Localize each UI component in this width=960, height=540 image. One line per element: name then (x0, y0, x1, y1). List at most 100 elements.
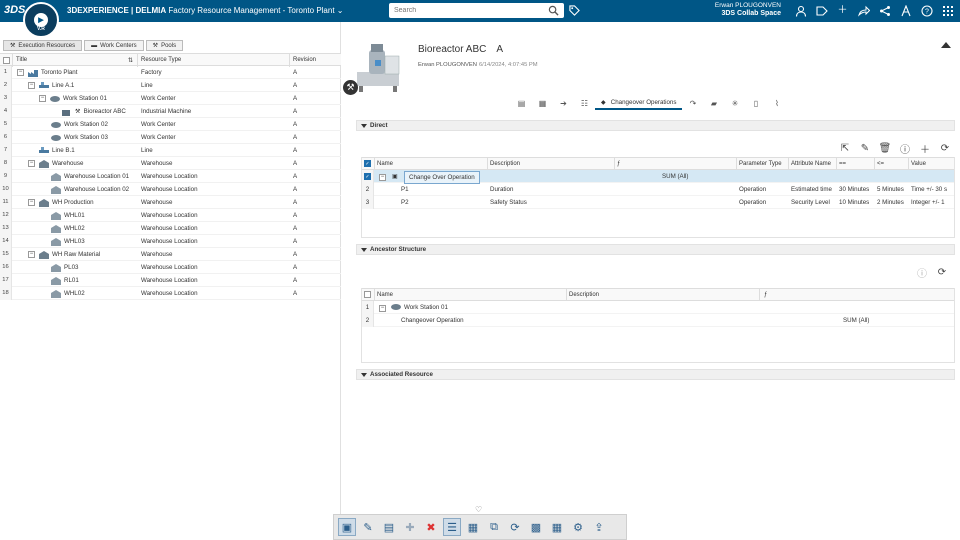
tree-row[interactable]: 8 − Warehouse Warehouse A (0, 157, 341, 170)
collapse-toggle[interactable]: − (379, 174, 386, 181)
table-row[interactable]: 3 P2 Safety Status Operation Security Le… (362, 196, 954, 209)
delete-icon[interactable]: ✖ (422, 518, 440, 536)
col-name[interactable]: Name (377, 292, 393, 298)
tree-row[interactable]: 2 − Line A.1 Line A (0, 79, 341, 92)
compass-widget[interactable]: ▶ V.R (23, 2, 59, 38)
object-owner[interactable]: Erwan PLOUGONVEN (418, 62, 477, 68)
collapse-toggle[interactable]: − (28, 251, 35, 258)
table-settings-icon[interactable]: ▦ (548, 518, 566, 536)
arrow-right-icon[interactable]: ➔ (553, 96, 574, 110)
properties-icon[interactable]: ▦ (464, 518, 482, 536)
tree-row[interactable]: 10 Warehouse Location 02 Warehouse Locat… (0, 183, 341, 196)
tree-row[interactable]: 13 WHL02 Warehouse Location A (0, 222, 341, 235)
calendar-icon[interactable]: ▦ (532, 96, 553, 110)
tree-row[interactable]: 6 Work Station 03 Work Center A (0, 131, 341, 144)
resource-icon[interactable]: ▣ (338, 518, 356, 536)
section-direct[interactable]: Direct (356, 120, 955, 131)
tree-row[interactable]: 9 Warehouse Location 01 Warehouse Locati… (0, 170, 341, 183)
collapse-toggle[interactable]: − (17, 69, 24, 76)
label-icon[interactable] (815, 4, 828, 17)
col-formula[interactable]: ƒ (617, 161, 620, 167)
info-icon[interactable]: ⓘ (916, 266, 928, 280)
tree-row[interactable]: 16 PL03 Warehouse Location A (0, 261, 341, 274)
add-icon[interactable]: ＋ (919, 142, 931, 156)
sync-icon[interactable]: ⟳ (506, 518, 524, 536)
tree-row[interactable]: 11 − WH Production Warehouse A (0, 196, 341, 209)
share-icon[interactable] (857, 4, 870, 17)
settings-list-icon[interactable]: ☷ (574, 96, 595, 110)
col-name[interactable]: Name (377, 161, 393, 167)
section-associated-resource[interactable]: Associated Resource (356, 369, 955, 380)
search-input[interactable] (389, 3, 564, 18)
col-parameter-type[interactable]: Parameter Type (739, 161, 782, 167)
chevron-down-icon[interactable]: ⌄ (337, 6, 344, 15)
document-icon[interactable]: ▤ (380, 518, 398, 536)
table-row[interactable]: ✓ − ▣ Change Over Operation SUM (All) (362, 170, 954, 184)
section-ancestor-structure[interactable]: Ancestor Structure (356, 244, 955, 255)
collapse-toggle[interactable]: − (28, 82, 35, 89)
document-icon[interactable]: ▯ (745, 96, 766, 110)
sort-icon[interactable]: ⇅ (128, 57, 133, 64)
copy-icon[interactable]: ⧉ (485, 518, 503, 536)
collapse-header-icon[interactable] (941, 42, 951, 48)
insert-icon[interactable]: ✚ (401, 518, 419, 536)
tab-work-centers[interactable]: ▬ Work Centers (84, 40, 144, 51)
tree-row[interactable]: 7 Line B.1 Line A (0, 144, 341, 157)
refresh-icon[interactable]: ⟳ (939, 142, 951, 154)
select-all-checkbox[interactable]: ✓ (364, 160, 371, 167)
collapse-toggle[interactable]: − (379, 305, 386, 312)
tree-row[interactable]: 15 − WH Raw Material Warehouse A (0, 248, 341, 261)
tag-icon[interactable] (569, 5, 580, 16)
info-icon[interactable]: ⓘ (899, 142, 911, 156)
comment-icon[interactable]: ▰ (703, 96, 724, 110)
network-icon[interactable] (878, 4, 891, 17)
tree-row[interactable]: 1 − Toronto Plant Factory A (0, 66, 341, 79)
tab-changeover-operations[interactable]: ◆ Changeover Operations (595, 96, 683, 110)
search-icon[interactable] (548, 5, 559, 16)
tree-row[interactable]: 12 WHL01 Warehouse Location A (0, 209, 341, 222)
refresh-icon[interactable]: ⟳ (936, 266, 948, 278)
col-formula[interactable]: ƒ (764, 292, 767, 298)
col-less-equal[interactable]: <= (877, 161, 884, 167)
export-icon[interactable]: ⇪ (590, 518, 608, 536)
tree-row[interactable]: 5 Work Station 02 Work Center A (0, 118, 341, 131)
gear-icon[interactable]: ⚙ (569, 518, 587, 536)
collapse-toggle[interactable]: − (28, 199, 35, 206)
col-description[interactable]: Description (569, 292, 599, 298)
add-icon[interactable]: ＋ (836, 4, 849, 17)
play-icon[interactable]: ▶ (34, 13, 48, 27)
collapse-toggle[interactable]: − (28, 160, 35, 167)
open-external-icon[interactable]: ⇱ (839, 142, 851, 154)
edit-icon[interactable]: ✎ (859, 142, 871, 154)
burst-icon[interactable]: ✳ (724, 96, 745, 110)
help-icon[interactable]: ? (920, 4, 933, 17)
cube-icon[interactable]: ▩ (527, 518, 545, 536)
col-revision[interactable]: Revision (293, 57, 316, 63)
user-icon[interactable] (794, 4, 807, 17)
table-row[interactable]: 1 − Work Station 01 (362, 301, 954, 314)
tab-pools[interactable]: ⚒ Pools (145, 40, 184, 51)
select-all-checkbox[interactable] (364, 291, 371, 298)
table-row[interactable]: 2 Changeover Operation SUM (All) (362, 314, 954, 327)
col-description[interactable]: Description (490, 161, 520, 167)
tree-row[interactable]: 14 WHL03 Warehouse Location A (0, 235, 341, 248)
user-info[interactable]: Erwan PLOUGONVEN 3DS Collab Space (715, 2, 781, 18)
col-value[interactable]: Value (911, 161, 926, 167)
tree-row[interactable]: 18 WHL02 Warehouse Location A (0, 287, 341, 300)
collapse-toggle[interactable]: − (39, 95, 46, 102)
attachment-icon[interactable]: ⌇ (766, 96, 787, 110)
expand-toolbar-icon[interactable]: ♡ (475, 505, 482, 514)
table-row[interactable]: 2 P1 Duration Operation Estimated time 3… (362, 183, 954, 196)
select-all-checkbox[interactable] (3, 57, 10, 64)
tree-row[interactable]: 17 RL01 Warehouse Location A (0, 274, 341, 287)
delete-icon[interactable]: 🗑 (879, 142, 892, 154)
table-view-icon[interactable]: ▤ (511, 96, 532, 110)
row-checkbox[interactable]: ✓ (364, 173, 371, 180)
col-title[interactable]: Title (16, 57, 27, 63)
redo-icon[interactable]: ↷ (682, 96, 703, 110)
col-equal[interactable]: == (839, 161, 846, 167)
col-attribute-name[interactable]: Attribute Name (791, 161, 831, 167)
edit-table-icon[interactable]: ✎ (359, 518, 377, 536)
tree-row[interactable]: 3 − Work Station 01 Work Center A (0, 92, 341, 105)
tab-execution-resources[interactable]: ⚒ Execution Resources (3, 40, 83, 51)
